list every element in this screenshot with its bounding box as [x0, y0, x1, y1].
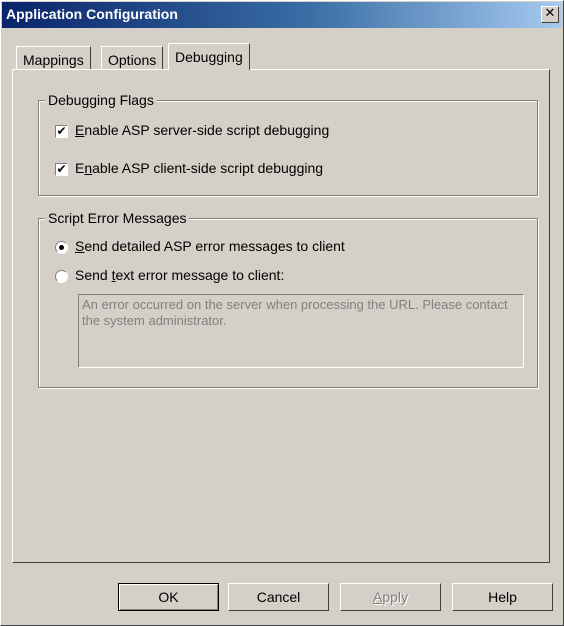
cancel-label: Cancel	[256, 589, 301, 605]
ok-button[interactable]: OK	[118, 583, 219, 611]
detailed-errors-radio[interactable]	[55, 241, 68, 254]
checkmark-icon: ✔	[56, 162, 67, 176]
close-button[interactable]: ✕	[541, 6, 559, 23]
tab-mappings[interactable]: Mappings	[16, 46, 91, 70]
server-label-accesskey: E	[75, 122, 85, 138]
help-button[interactable]: Help	[452, 583, 553, 611]
radio-selected-dot	[59, 245, 64, 250]
title-bar[interactable]: Application Configuration ✕	[2, 2, 562, 28]
apply-button[interactable]: Apply	[340, 583, 441, 611]
close-icon: ✕	[544, 6, 556, 21]
client-label-accesskey: n	[84, 160, 93, 176]
detailed-label-accesskey: S	[75, 238, 85, 254]
server-debugging-checkbox[interactable]: ✔	[55, 125, 68, 138]
text-error-radio[interactable]	[55, 270, 68, 283]
apply-label-rest: pply	[382, 589, 409, 605]
debugging-flags-legend: Debugging Flags	[45, 92, 157, 108]
tab-mappings-label: Mappings	[23, 52, 84, 68]
text-error-label[interactable]: Send text error message to client:	[75, 267, 284, 283]
client-label-post: able ASP client-side script debugging	[92, 160, 324, 176]
tab-options-label: Options	[108, 52, 157, 68]
tab-debugging[interactable]: Debugging	[168, 43, 250, 70]
window-title: Application Configuration	[6, 6, 178, 22]
tab-debugging-label: Debugging	[175, 49, 243, 65]
detailed-label-post: end detailed ASP error messages to clien…	[84, 238, 345, 254]
server-label-post: nable ASP server-side script debugging	[84, 122, 330, 138]
script-error-messages-legend: Script Error Messages	[45, 210, 190, 226]
client-debugging-checkbox[interactable]: ✔	[55, 163, 68, 176]
error-message-text: An error occurred on the server when pro…	[82, 297, 508, 328]
debugging-flags-group: Debugging Flags	[38, 92, 538, 196]
text-label-post: ext error message to client:	[115, 267, 285, 283]
tab-options[interactable]: Options	[101, 46, 164, 70]
client-label-pre: E	[75, 160, 85, 176]
ok-label: OK	[158, 589, 179, 605]
server-debugging-label[interactable]: Enable ASP server-side script debugging	[75, 122, 329, 138]
apply-accesskey: A	[372, 589, 383, 605]
client-debugging-label[interactable]: Enable ASP client-side script debugging	[75, 160, 323, 176]
error-message-textarea[interactable]: An error occurred on the server when pro…	[78, 294, 524, 368]
cancel-button[interactable]: Cancel	[228, 583, 329, 611]
detailed-errors-label[interactable]: Send detailed ASP error messages to clie…	[75, 238, 345, 254]
help-label: Help	[488, 589, 517, 605]
checkmark-icon: ✔	[56, 124, 67, 138]
text-label-pre: Send	[75, 267, 112, 283]
